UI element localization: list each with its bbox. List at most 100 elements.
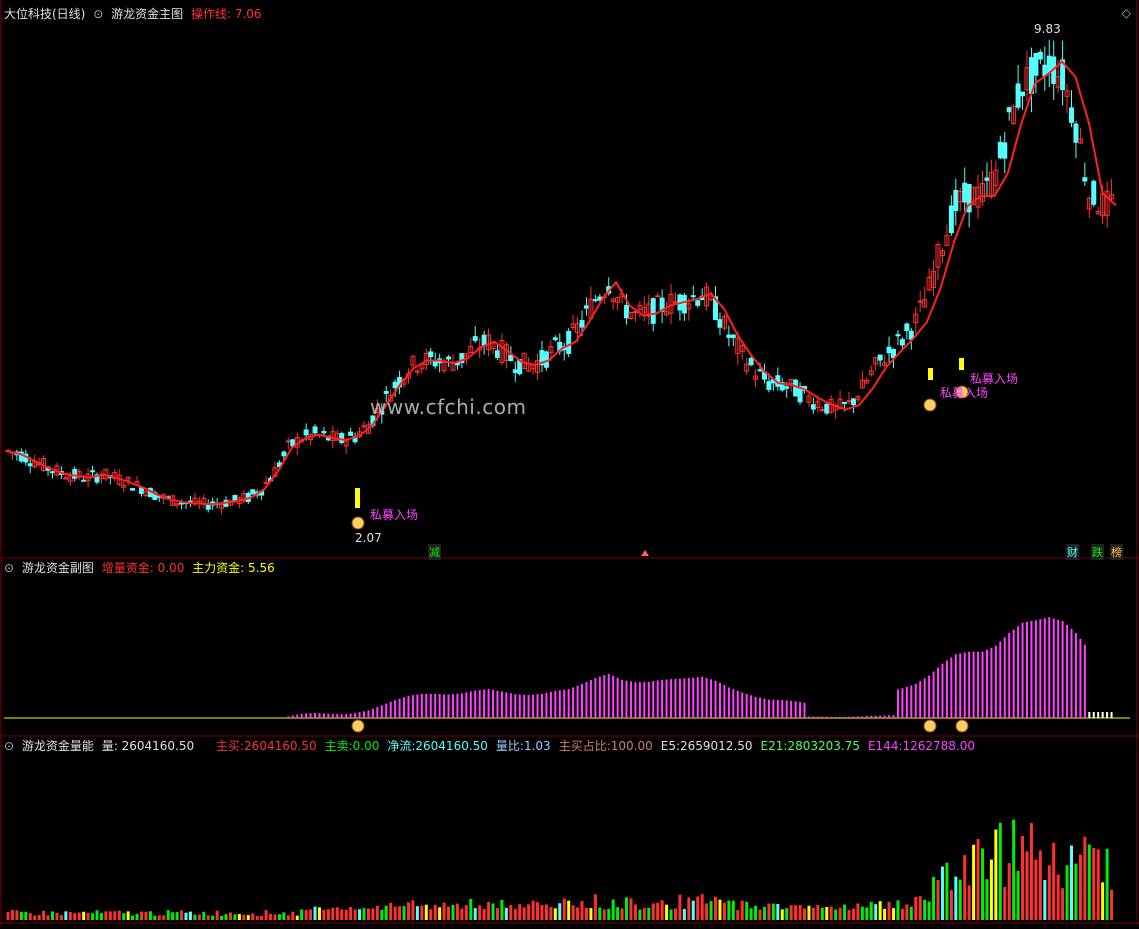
drop-mark[interactable]: 跌: [1091, 544, 1104, 560]
fund-bar: [411, 695, 414, 718]
volume-bar: [402, 906, 406, 920]
volume-bar: [860, 906, 864, 920]
volume-bar: [740, 900, 744, 920]
fund-bar: [683, 678, 686, 718]
candle-body: [1033, 52, 1039, 76]
fund-bar: [910, 685, 913, 718]
volume-bar: [531, 900, 535, 920]
volume-bar: [762, 907, 766, 920]
volume-bar: [834, 909, 838, 920]
volume-bar: [958, 879, 962, 920]
candle-body: [592, 299, 598, 302]
fund-bar: [478, 690, 481, 718]
fund-bar: [345, 713, 348, 718]
diamond-icon[interactable]: ◇: [1122, 6, 1131, 20]
fund-bar: [834, 716, 837, 718]
fund-bar: [1110, 712, 1113, 718]
volume-bar: [73, 913, 77, 920]
volume-bar: [495, 908, 499, 920]
volume-bar: [366, 908, 370, 920]
volume-bar: [602, 909, 606, 920]
volume-bar: [251, 913, 255, 920]
fund-bar: [483, 689, 486, 718]
volume-bar: [638, 909, 642, 920]
volume-bar: [847, 909, 851, 920]
volume-bar: [736, 909, 740, 920]
reduce-mark[interactable]: 减: [428, 544, 441, 560]
stock-chart-window: 大位科技(日线) ⊙ 游龙资金主图 操作线: 7.06 ◇ ⊙ 游龙资金副图 增…: [0, 0, 1139, 926]
volume-bar: [825, 906, 829, 920]
candle-body: [690, 295, 696, 298]
ranking-mark[interactable]: 榜: [1110, 544, 1123, 560]
candle-body: [748, 357, 754, 366]
fund-bar: [594, 678, 597, 718]
volume-bar: [1016, 870, 1020, 920]
signal-label: 私募入场: [940, 386, 989, 400]
signal-bar: [355, 488, 360, 508]
volume-bar: [727, 900, 731, 920]
fund-bar: [954, 654, 957, 718]
main-indicator-name[interactable]: 游龙资金主图: [111, 7, 183, 21]
sub2-indicator-name[interactable]: 游龙资金量能: [22, 739, 94, 753]
volume-bar: [1034, 859, 1038, 920]
candle-body: [984, 177, 990, 181]
volume-bar: [936, 880, 940, 920]
inc-label: 增量资金:: [101, 561, 154, 575]
volume-bar: [15, 910, 19, 920]
volume-bar: [224, 914, 228, 920]
volume-bar: [188, 911, 192, 920]
volume-bar: [500, 899, 504, 920]
fund-bar: [607, 673, 610, 718]
fund-bar: [367, 710, 370, 718]
volume-bar: [749, 908, 753, 920]
candle-body: [895, 334, 901, 337]
sub2-item-value: 0.00: [352, 739, 380, 753]
volume-bar: [99, 913, 103, 920]
volume-bar: [513, 908, 517, 920]
fund-bar: [968, 651, 971, 718]
money-bag-icon: [955, 719, 969, 733]
volume-bar: [718, 899, 722, 920]
volume-bar: [927, 901, 931, 920]
candle-body: [726, 334, 732, 338]
volume-bar: [393, 906, 397, 920]
fund-bar: [985, 649, 988, 718]
candle-body: [494, 350, 500, 358]
fund-bar: [572, 687, 575, 718]
candle-body: [877, 354, 883, 361]
volume-bar: [469, 898, 473, 920]
candle-body: [1002, 142, 1008, 159]
collapse-icon[interactable]: ⊙: [4, 561, 14, 575]
volume-bar: [282, 912, 286, 920]
collapse-icon[interactable]: ⊙: [93, 7, 103, 21]
volume-bar: [754, 905, 758, 920]
candle-body: [232, 494, 238, 502]
candle-body: [917, 300, 923, 303]
volume-bar: [562, 898, 566, 920]
vol-value: 2604160.50: [121, 739, 195, 753]
candle-body: [339, 433, 345, 443]
volume-bar: [211, 915, 215, 920]
volume-bar: [691, 900, 695, 920]
fund-bar: [1057, 619, 1060, 718]
sub1-indicator-name[interactable]: 游龙资金副图: [22, 561, 94, 575]
volume-bar: [144, 911, 148, 920]
volume-bar: [989, 859, 993, 920]
volume-bar: [843, 904, 847, 920]
finance-mark[interactable]: 财: [1066, 544, 1079, 560]
volume-bar: [1070, 845, 1074, 920]
volume-bar: [527, 904, 531, 920]
volume-bar: [317, 907, 321, 920]
volume-bar: [829, 906, 833, 920]
collapse-icon[interactable]: ⊙: [4, 739, 14, 753]
volume-bar: [1047, 865, 1051, 920]
volume-bar: [126, 911, 130, 920]
fund-bar: [322, 713, 325, 718]
fund-bar: [371, 708, 374, 718]
fund-bar: [745, 693, 748, 718]
signal-bar: [928, 368, 933, 380]
volume-bar: [722, 902, 726, 920]
fund-bar: [327, 713, 330, 718]
fund-bar: [1079, 638, 1082, 718]
volume-bar: [389, 902, 393, 920]
